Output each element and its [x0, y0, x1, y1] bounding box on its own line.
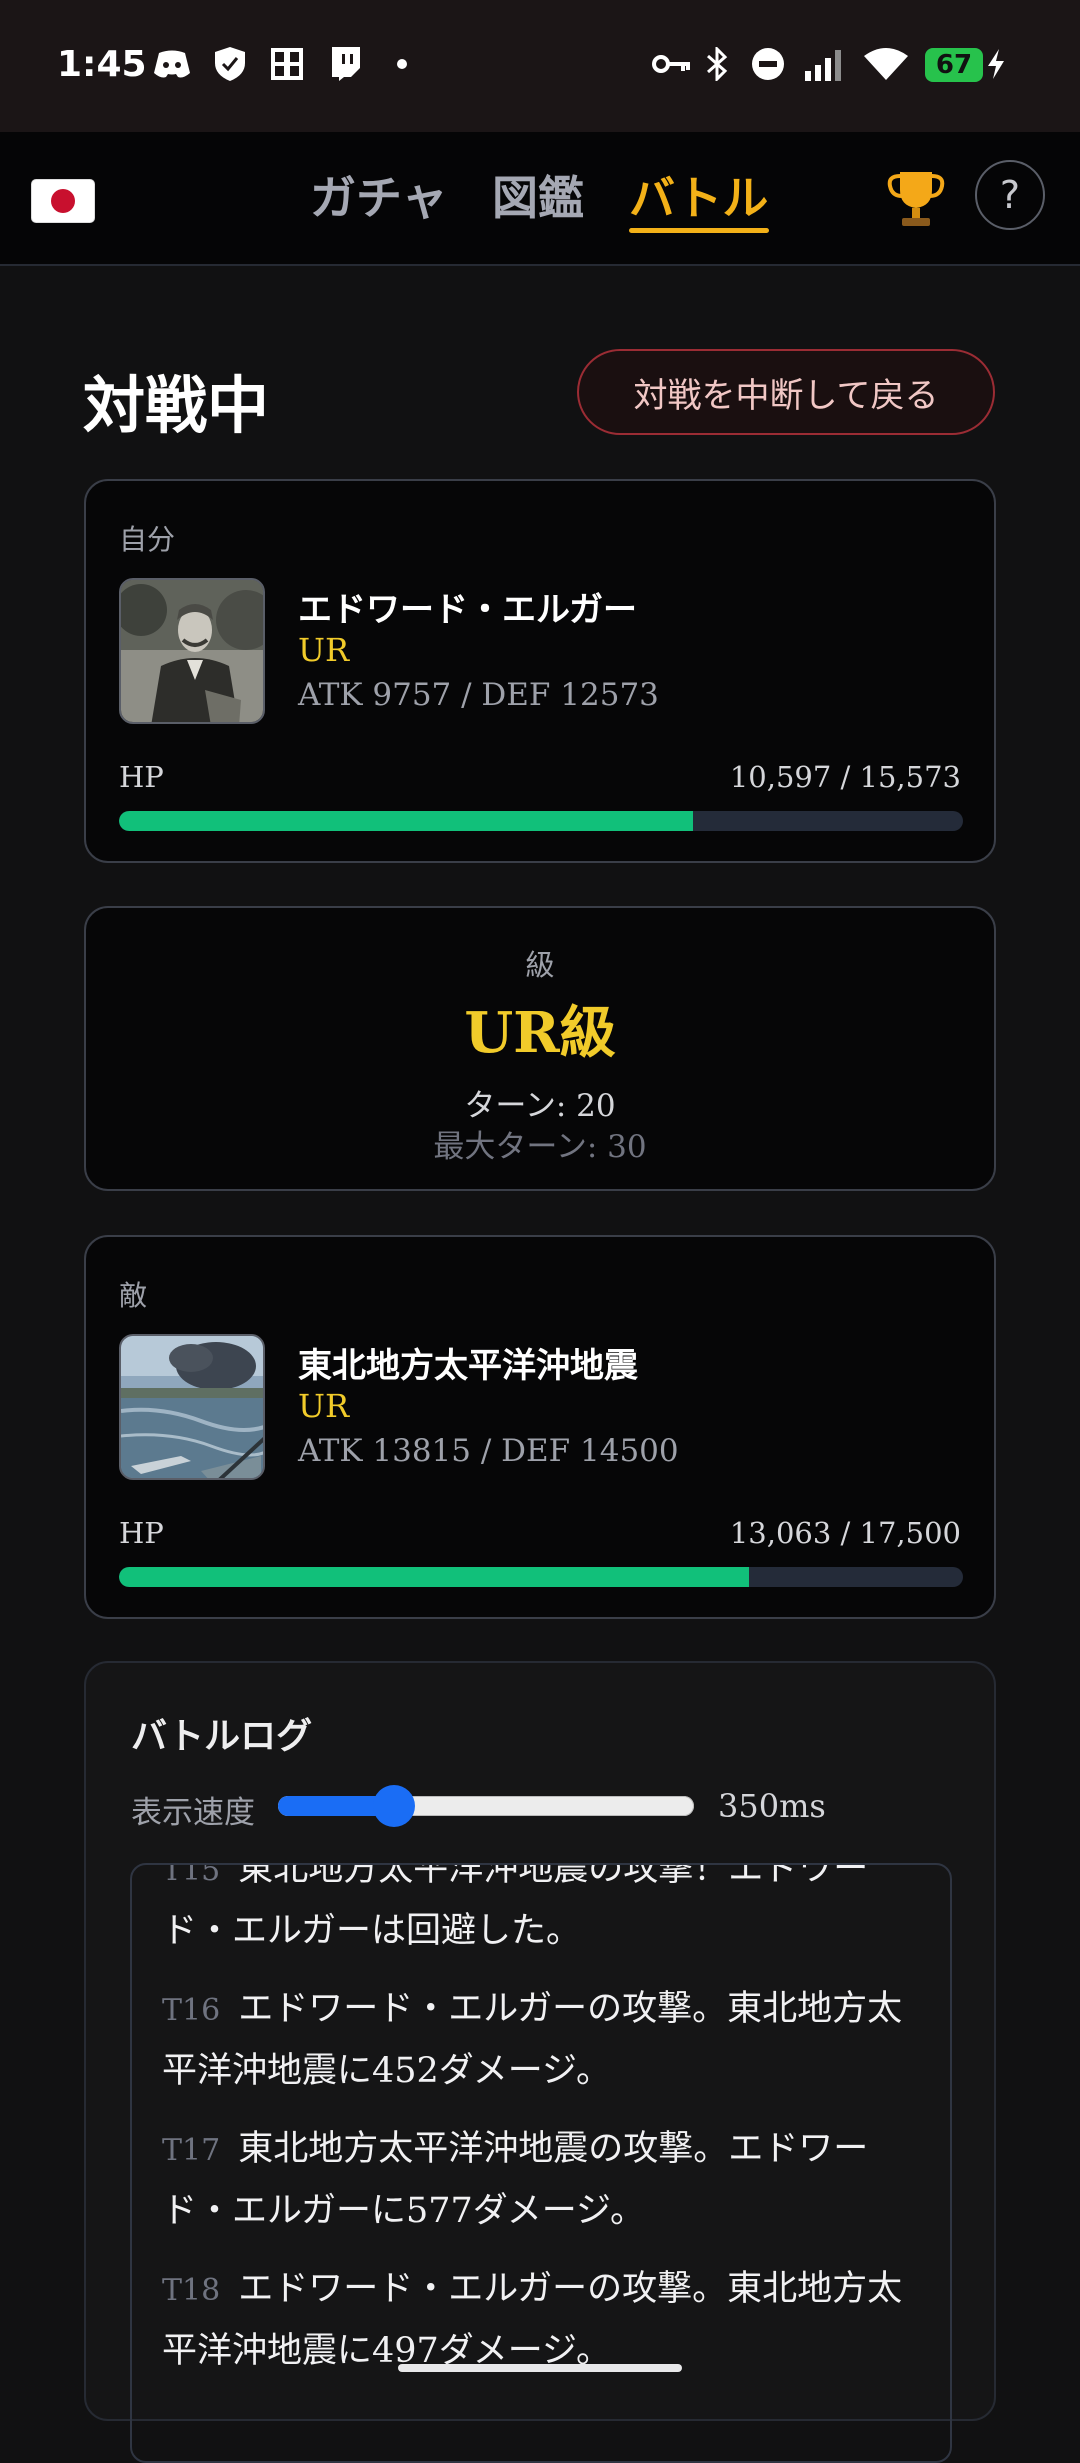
trophy-icon[interactable]: [886, 168, 946, 243]
log-entry: T17 東北地方太平洋沖地震の攻撃。エドワード・エルガーに577ダメージ。: [162, 2119, 922, 2241]
battle-log-title: バトルログ: [131, 1715, 313, 1757]
battle-log-list[interactable]: T15 東北地方太平洋沖地震の攻撃！エドワード・エルガーは回避した。 T16 エドワー…: [130, 1863, 952, 2463]
speed-slider[interactable]: [278, 1785, 694, 1827]
status-bar: 1:45 67: [0, 0, 1080, 132]
dnd-icon: [748, 46, 788, 82]
enemy-name: 東北地方太平洋沖地震: [298, 1346, 638, 1386]
signal-icon: [800, 46, 850, 82]
shield-icon: [210, 46, 250, 82]
grade-label: 級: [525, 948, 555, 982]
bluetooth-icon: [700, 46, 734, 82]
wifi-icon: [862, 46, 910, 82]
player-card: 自分 エドワード・エルガー UR ATK 9757 / DEF 12573 HP…: [84, 479, 996, 863]
home-indicator[interactable]: [398, 2364, 682, 2372]
tab-encyclopedia[interactable]: 図鑑: [492, 162, 584, 228]
enemy-card: 敵 東北地方太平洋沖地震 UR ATK 13815 / DEF 14500 HP…: [84, 1235, 996, 1619]
abort-battle-button[interactable]: 対戦を中断して戻る: [577, 349, 995, 435]
charging-icon: [984, 46, 1008, 82]
enemy-portrait: [119, 1334, 265, 1480]
discord-icon: [152, 46, 192, 82]
log-entry: T15 東北地方太平洋沖地震の攻撃！エドワード・エルガーは回避した。: [162, 1863, 922, 1961]
enemy-hp-value: 13,063 / 17,500: [729, 1516, 961, 1550]
enemy-hp-bar: [119, 1567, 963, 1587]
battery-level: 67: [935, 50, 973, 80]
enemy-stats: ATK 13815 / DEF 14500: [298, 1433, 679, 1469]
log-entry-text: エドワード・エルガーの攻撃。東北地方太平洋沖地震に497ダメージ。: [162, 2269, 903, 2371]
speed-slider-thumb[interactable]: [373, 1785, 416, 1827]
player-hp-label: HP: [119, 760, 164, 794]
log-entry: T18 エドワード・エルガーの攻撃。東北地方太平洋沖地震に497ダメージ。: [162, 2259, 922, 2381]
speed-value: 350ms: [718, 1787, 826, 1825]
player-stats: ATK 9757 / DEF 12573: [298, 677, 659, 713]
tab-gacha[interactable]: ガチャ: [310, 162, 448, 228]
player-hp-fill: [119, 811, 694, 831]
dot-icon: [390, 46, 414, 82]
player-portrait: [119, 578, 265, 724]
player-hp-bar: [119, 811, 963, 831]
app-header: ガチャ 図鑑 バトル ?: [0, 132, 1080, 266]
speed-label: 表示速度: [131, 1795, 255, 1831]
log-entry-turn: T16: [162, 1993, 221, 2028]
log-entry-text: 東北地方太平洋沖地震の攻撃！エドワード・エルガーは回避した。: [162, 1863, 869, 1951]
player-label: 自分: [119, 523, 176, 556]
tab-battle[interactable]: バトル: [629, 162, 768, 228]
log-entry-turn: T15: [162, 1863, 221, 1888]
grade-value: UR級: [464, 1000, 616, 1066]
log-entry-text: 東北地方太平洋沖地震の攻撃。エドワード・エルガーに577ダメージ。: [162, 2129, 869, 2231]
enemy-hp-label: HP: [119, 1516, 164, 1550]
key-icon: [650, 46, 694, 82]
enemy-hp-fill: [119, 1567, 750, 1587]
log-entry-turn: T18: [162, 2273, 221, 2308]
player-rarity: UR: [298, 631, 350, 669]
japan-flag-icon[interactable]: [32, 180, 94, 222]
twitch-icon: [326, 46, 364, 82]
max-turn: 最大ターン: 30: [433, 1129, 647, 1165]
log-entry-turn: T17: [162, 2133, 221, 2168]
page-title: 対戦中: [83, 369, 270, 442]
battle-info-card: 級 UR級 ターン: 20 最大ターン: 30: [84, 906, 996, 1191]
battle-log-panel: バトルログ 表示速度 350ms T15 東北地方太平洋沖地震の攻撃！エドワード・…: [84, 1661, 996, 2463]
enemy-rarity: UR: [298, 1387, 350, 1425]
enemy-label: 敵: [119, 1279, 148, 1312]
log-entry-text: エドワード・エルガーの攻撃。東北地方太平洋沖地震に452ダメージ。: [162, 1989, 903, 2091]
player-name: エドワード・エルガー: [298, 590, 637, 630]
active-tab-indicator: [629, 228, 769, 233]
battle-log-entries: T15 東北地方太平洋沖地震の攻撃！エドワード・エルガーは回避した。 T16 エドワー…: [162, 1863, 922, 2399]
status-time: 1:45: [57, 44, 147, 85]
help-button[interactable]: ?: [975, 160, 1045, 230]
uniqlo-icon: [268, 46, 306, 82]
battery-indicator: 67: [925, 48, 983, 82]
turn-counter: ターン: 20: [464, 1088, 616, 1124]
log-entry: T16 エドワード・エルガーの攻撃。東北地方太平洋沖地震に452ダメージ。: [162, 1979, 922, 2101]
player-hp-value: 10,597 / 15,573: [729, 760, 961, 794]
